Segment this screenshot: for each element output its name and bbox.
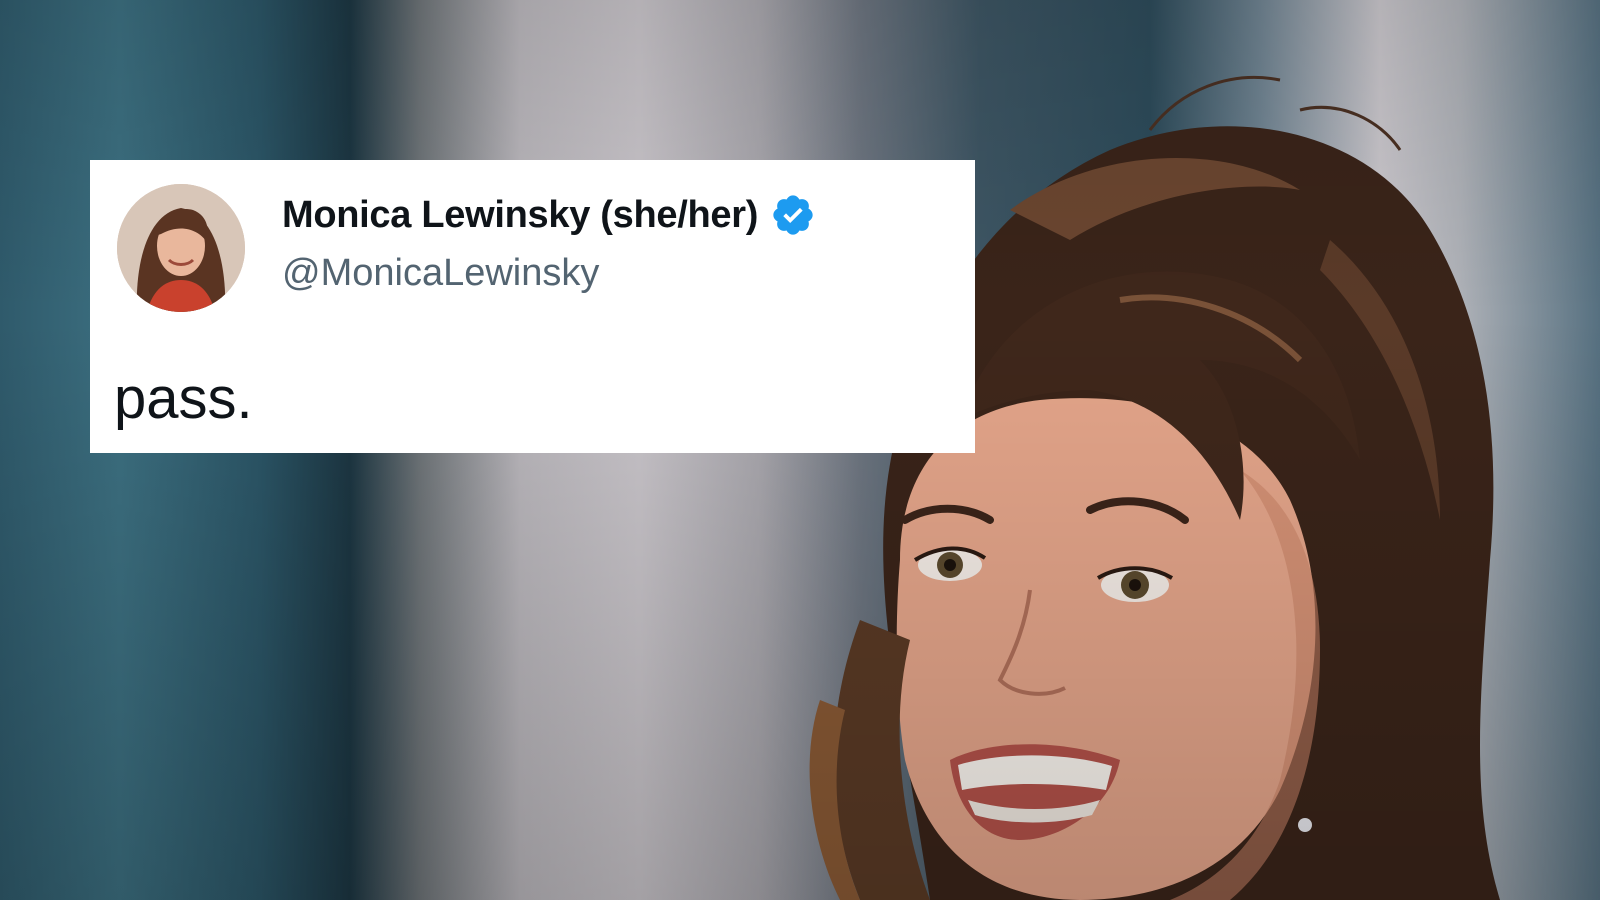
verified-badge-icon [770, 192, 816, 238]
name-row: Monica Lewinsky (she/her) [282, 192, 816, 238]
user-handle[interactable]: @MonicaLewinsky [282, 252, 599, 295]
avatar-image [117, 184, 245, 312]
display-name[interactable]: Monica Lewinsky (she/her) [282, 194, 758, 237]
tweet-text: pass. [114, 366, 253, 431]
tweet-card[interactable]: Monica Lewinsky (she/her) @MonicaLewinsk… [90, 160, 975, 453]
profile-avatar[interactable] [117, 184, 245, 312]
